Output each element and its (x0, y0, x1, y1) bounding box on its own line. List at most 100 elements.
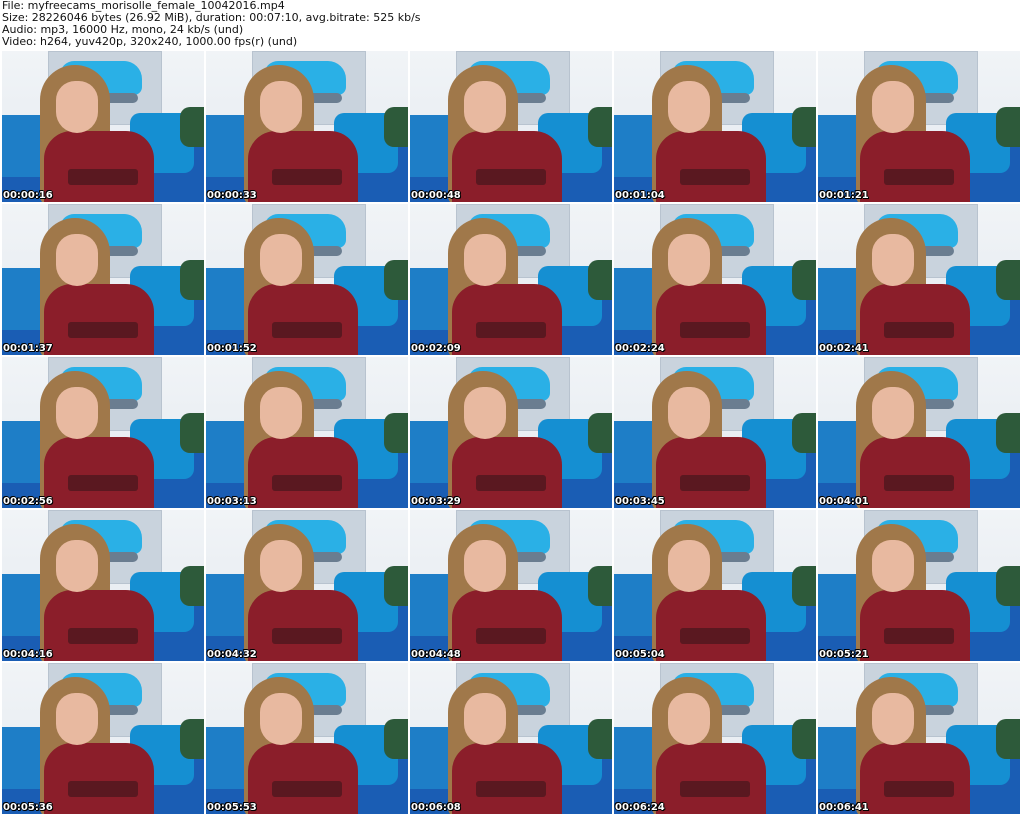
frame-shirt (44, 284, 154, 355)
frame-shirt (44, 437, 154, 508)
frame-plant (792, 566, 816, 606)
frame-plant (180, 719, 204, 759)
frame-plant (996, 413, 1020, 453)
frame-shirt (248, 131, 358, 202)
frame-shirt-text (680, 475, 750, 491)
frame-timestamp: 00:01:21 (819, 190, 869, 201)
frame-timestamp: 00:00:48 (411, 190, 461, 201)
frame-shirt (248, 437, 358, 508)
frame-face (464, 81, 506, 133)
frame-shirt-text (884, 781, 954, 797)
frame-shirt-text (68, 628, 138, 644)
frame-timestamp: 00:06:41 (819, 802, 869, 813)
frame-face (872, 81, 914, 133)
frame-shirt-text (884, 475, 954, 491)
frame-face (464, 693, 506, 745)
frame-timestamp: 00:06:08 (411, 802, 461, 813)
frame-face (464, 387, 506, 439)
frame-shirt (44, 743, 154, 814)
frame-face (872, 693, 914, 745)
video-frame-thumbnail: 00:02:24 (614, 204, 816, 355)
frame-face (260, 234, 302, 286)
frame-shirt-text (272, 781, 342, 797)
frame-face (56, 693, 98, 745)
frame-timestamp: 00:06:24 (615, 802, 665, 813)
video-frame-thumbnail: 00:05:36 (2, 663, 204, 814)
frame-plant (384, 566, 408, 606)
frame-shirt (860, 131, 970, 202)
frame-plant (792, 719, 816, 759)
frame-plant (384, 107, 408, 147)
frame-plant (180, 260, 204, 300)
video-frame-thumbnail: 00:01:52 (206, 204, 408, 355)
frame-shirt (860, 437, 970, 508)
video-frame-thumbnail: 00:02:09 (410, 204, 612, 355)
frame-shirt (248, 590, 358, 661)
frame-shirt-text (680, 628, 750, 644)
frame-face (668, 387, 710, 439)
frame-shirt-text (884, 169, 954, 185)
frame-shirt (452, 131, 562, 202)
video-frame-thumbnail: 00:06:41 (818, 663, 1020, 814)
frame-plant (588, 260, 612, 300)
frame-shirt (656, 437, 766, 508)
frame-face (56, 234, 98, 286)
video-frame-thumbnail: 00:04:48 (410, 510, 612, 661)
frame-plant (588, 107, 612, 147)
frame-shirt (452, 437, 562, 508)
video-frame-thumbnail: 00:04:16 (2, 510, 204, 661)
frame-plant (996, 260, 1020, 300)
frame-plant (180, 566, 204, 606)
file-info-header: File: myfreecams_morisolle_female_100420… (2, 0, 421, 48)
video-frame-thumbnail: 00:04:01 (818, 357, 1020, 508)
frame-face (260, 387, 302, 439)
frame-shirt (860, 743, 970, 814)
frame-face (872, 387, 914, 439)
frame-plant (996, 566, 1020, 606)
video-frame-thumbnail: 00:05:21 (818, 510, 1020, 661)
frame-face (464, 234, 506, 286)
frame-plant (588, 566, 612, 606)
frame-shirt (452, 284, 562, 355)
frame-shirt (656, 284, 766, 355)
frame-shirt (44, 131, 154, 202)
frame-face (56, 387, 98, 439)
frame-shirt-text (884, 322, 954, 338)
frame-timestamp: 00:05:53 (207, 802, 257, 813)
frame-shirt-text (272, 628, 342, 644)
frame-shirt-text (476, 781, 546, 797)
frame-shirt (656, 131, 766, 202)
video-frame-thumbnail: 00:01:21 (818, 51, 1020, 202)
frame-timestamp: 00:02:41 (819, 343, 869, 354)
frame-plant (588, 413, 612, 453)
frame-shirt-text (272, 322, 342, 338)
frame-timestamp: 00:01:52 (207, 343, 257, 354)
video-frame-thumbnail: 00:02:56 (2, 357, 204, 508)
video-frame-thumbnail: 00:01:37 (2, 204, 204, 355)
frame-shirt-text (68, 475, 138, 491)
frame-face (464, 540, 506, 592)
frame-plant (384, 719, 408, 759)
frame-face (260, 81, 302, 133)
video-frame-thumbnail: 00:02:41 (818, 204, 1020, 355)
frame-timestamp: 00:01:04 (615, 190, 665, 201)
frame-plant (384, 413, 408, 453)
frame-face (56, 81, 98, 133)
frame-face (56, 540, 98, 592)
video-frame-thumbnail: 00:03:29 (410, 357, 612, 508)
video-frame-thumbnail: 00:04:32 (206, 510, 408, 661)
frame-face (872, 540, 914, 592)
frame-shirt-text (272, 475, 342, 491)
frame-plant (588, 719, 612, 759)
frame-timestamp: 00:01:37 (3, 343, 53, 354)
frame-face (668, 81, 710, 133)
frame-timestamp: 00:00:16 (3, 190, 53, 201)
video-info-line: Video: h264, yuv420p, 320x240, 1000.00 f… (2, 35, 298, 48)
video-frame-thumbnail: 00:03:45 (614, 357, 816, 508)
frame-face (872, 234, 914, 286)
frame-face (260, 693, 302, 745)
frame-shirt (656, 590, 766, 661)
frame-shirt-text (272, 169, 342, 185)
frame-timestamp: 00:02:09 (411, 343, 461, 354)
frame-plant (792, 260, 816, 300)
